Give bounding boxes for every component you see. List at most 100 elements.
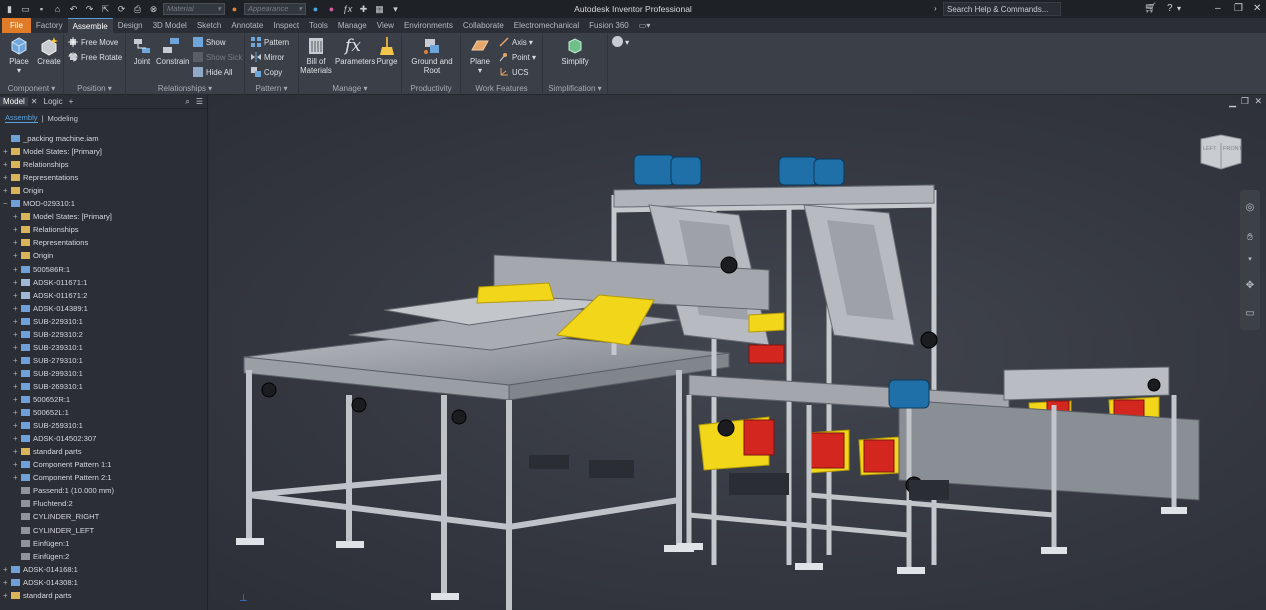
tree-node[interactable]: + ADSK-014502:307 (13, 432, 96, 445)
appearance-select[interactable]: Appearance ▾ (244, 3, 306, 15)
bill-of-materials-button[interactable]: Bill of Materials (299, 36, 333, 75)
graphics-viewport[interactable]: ▁ ❐ ✕ LEFT FRONT ⊥ (209, 95, 1266, 610)
show-sick-button[interactable]: Show Sick (193, 51, 242, 64)
add-tab-icon[interactable]: + (66, 97, 77, 106)
copy-button[interactable]: Copy (251, 66, 282, 79)
free-rotate-button[interactable]: Free Rotate (68, 51, 122, 64)
panel-label-component[interactable]: Component ▾ (0, 84, 63, 94)
search-icon[interactable]: ⌕ (182, 97, 192, 107)
free-move-button[interactable]: Free Move (68, 36, 118, 49)
expand-icon[interactable]: + (13, 223, 21, 236)
help-icon[interactable]: ? (1167, 0, 1173, 18)
restore-icon[interactable]: ❐ (1234, 0, 1243, 18)
tree-node[interactable]: + ADSK-014308:1 (3, 576, 78, 589)
tab-sketch[interactable]: Sketch (192, 18, 226, 33)
tree-node[interactable]: Fluchtend:2 (13, 497, 73, 510)
tree-node[interactable]: Passend:1 (10.000 mm) (13, 484, 114, 497)
ucs-button[interactable]: UCS (499, 66, 528, 79)
expand-icon[interactable]: + (13, 367, 21, 380)
mirror-button[interactable]: Mirror (251, 51, 284, 64)
tree-node[interactable]: + Origin (13, 249, 53, 262)
expand-icon[interactable]: + (13, 341, 21, 354)
tree-node[interactable]: + Origin (3, 184, 43, 197)
tree-node[interactable]: CYLINDER_LEFT (13, 524, 94, 537)
grid-icon[interactable]: ▦ (373, 3, 386, 15)
tree-node[interactable]: + Component Pattern 2:1 (13, 471, 112, 484)
close-doc-icon[interactable]: ⊗ (147, 3, 160, 15)
panel-label-position[interactable]: Position ▾ (64, 84, 125, 94)
print-icon[interactable]: ⎙ (131, 3, 144, 15)
expand-icon[interactable]: + (3, 158, 11, 171)
tree-node[interactable]: + Relationships (3, 158, 69, 171)
panel-label-relationships[interactable]: Relationships ▾ (126, 84, 244, 94)
tree-node[interactable]: + SUB-229310:2 (13, 328, 83, 341)
expand-icon[interactable]: + (13, 249, 21, 262)
tab-design[interactable]: Design (113, 18, 148, 33)
close-tab-icon[interactable]: ✕ (28, 97, 41, 106)
tree-node[interactable]: + ADSK-011671:1 (13, 276, 87, 289)
expand-icon[interactable]: + (3, 589, 11, 602)
orbit-icon[interactable]: ✥ (1244, 280, 1256, 292)
look-at-icon[interactable]: ▭ (1244, 308, 1256, 320)
open-folder-icon[interactable]: ▭ (19, 3, 32, 15)
tree-node[interactable]: Einfügen:2 (13, 550, 69, 563)
joint-button[interactable]: Joint (127, 36, 157, 66)
cart-icon[interactable]: 🛒︎ (1144, 0, 1157, 18)
parameters-button[interactable]: fx Parameters (335, 36, 375, 66)
expand-icon[interactable]: + (3, 171, 11, 184)
subtab-assembly[interactable]: Assembly (5, 113, 38, 123)
axis-button[interactable]: Axis ▾ (499, 36, 533, 49)
help-chevron-icon[interactable]: ▾ (1177, 0, 1181, 18)
show-button[interactable]: Show (193, 36, 226, 49)
expand-icon[interactable]: + (3, 145, 11, 158)
ribbon-options-icon[interactable]: ▭▾ (634, 18, 656, 33)
tree-node[interactable]: + Relationships (13, 223, 79, 236)
tree-node[interactable]: + Representations (3, 171, 78, 184)
tree-node[interactable]: + Model States: [Primary] (13, 210, 112, 223)
expand-icon[interactable]: + (13, 302, 21, 315)
customize-icon[interactable]: ▾ (389, 3, 402, 15)
tree-node[interactable]: + SUB-239310:1 (13, 341, 83, 354)
expand-icon[interactable]: + (13, 393, 21, 406)
expand-icon[interactable]: + (13, 210, 21, 223)
panel-label-manage[interactable]: Manage ▾ (299, 84, 401, 94)
tree-node[interactable]: +500586R:1 (13, 263, 70, 276)
tree-node[interactable]: + SUB-229310:1 (13, 315, 83, 328)
panel-label-simplification[interactable]: Simplification ▾ (543, 84, 607, 94)
collapse-icon[interactable]: − (3, 197, 11, 210)
tab-factory[interactable]: Factory (31, 18, 68, 33)
expand-icon[interactable]: + (13, 432, 21, 445)
add-icon[interactable]: ✚ (357, 3, 370, 15)
tab-assemble[interactable]: Assemble (67, 18, 113, 33)
tree-node[interactable]: + Component Pattern 1:1 (13, 458, 112, 471)
redo-icon[interactable]: ↷ (83, 3, 96, 15)
tab-tools[interactable]: Tools (304, 18, 333, 33)
tree-node[interactable]: CYLINDER_RIGHT (13, 510, 99, 523)
search-input[interactable]: Search Help & Commands... (943, 2, 1061, 16)
tree-node[interactable]: Einfügen:1 (13, 537, 69, 550)
tab-file[interactable]: File (2, 18, 31, 33)
material-select[interactable]: Material ▾ (163, 3, 225, 15)
place-button[interactable]: Place ▾ (4, 36, 34, 75)
simplify-button[interactable]: Simplify (560, 36, 590, 66)
expand-icon[interactable]: + (13, 263, 21, 276)
select-icon[interactable]: ⇱ (99, 3, 112, 15)
pan-hand-icon[interactable]: ✋︎ (1244, 232, 1256, 244)
steering-wheel-icon[interactable]: ◎ (1244, 202, 1256, 214)
tree-node[interactable]: + ADSK-014168:1 (3, 563, 78, 576)
home-icon[interactable]: ⌂ (51, 3, 64, 15)
tree-node[interactable]: +500652L:1 (13, 406, 69, 419)
expand-icon[interactable]: + (13, 419, 21, 432)
appearance-ball-icon[interactable]: ● (228, 3, 241, 15)
tab-collaborate[interactable]: Collaborate (458, 18, 509, 33)
color-override-icon[interactable]: ● (309, 3, 322, 15)
hide-all-button[interactable]: Hide All (193, 66, 232, 79)
expand-icon[interactable]: + (13, 380, 21, 393)
tree-node[interactable]: + ADSK-014389:1 (13, 302, 88, 315)
close-icon[interactable]: ✕ (1253, 0, 1261, 18)
point-button[interactable]: Point ▾ (499, 51, 536, 64)
tab-annotate[interactable]: Annotate (226, 18, 268, 33)
tree-node[interactable]: − MOD-029310:1 (3, 197, 75, 210)
tree-node[interactable]: + SUB-299310:1 (13, 367, 83, 380)
pattern-button[interactable]: Pattern (251, 36, 289, 49)
